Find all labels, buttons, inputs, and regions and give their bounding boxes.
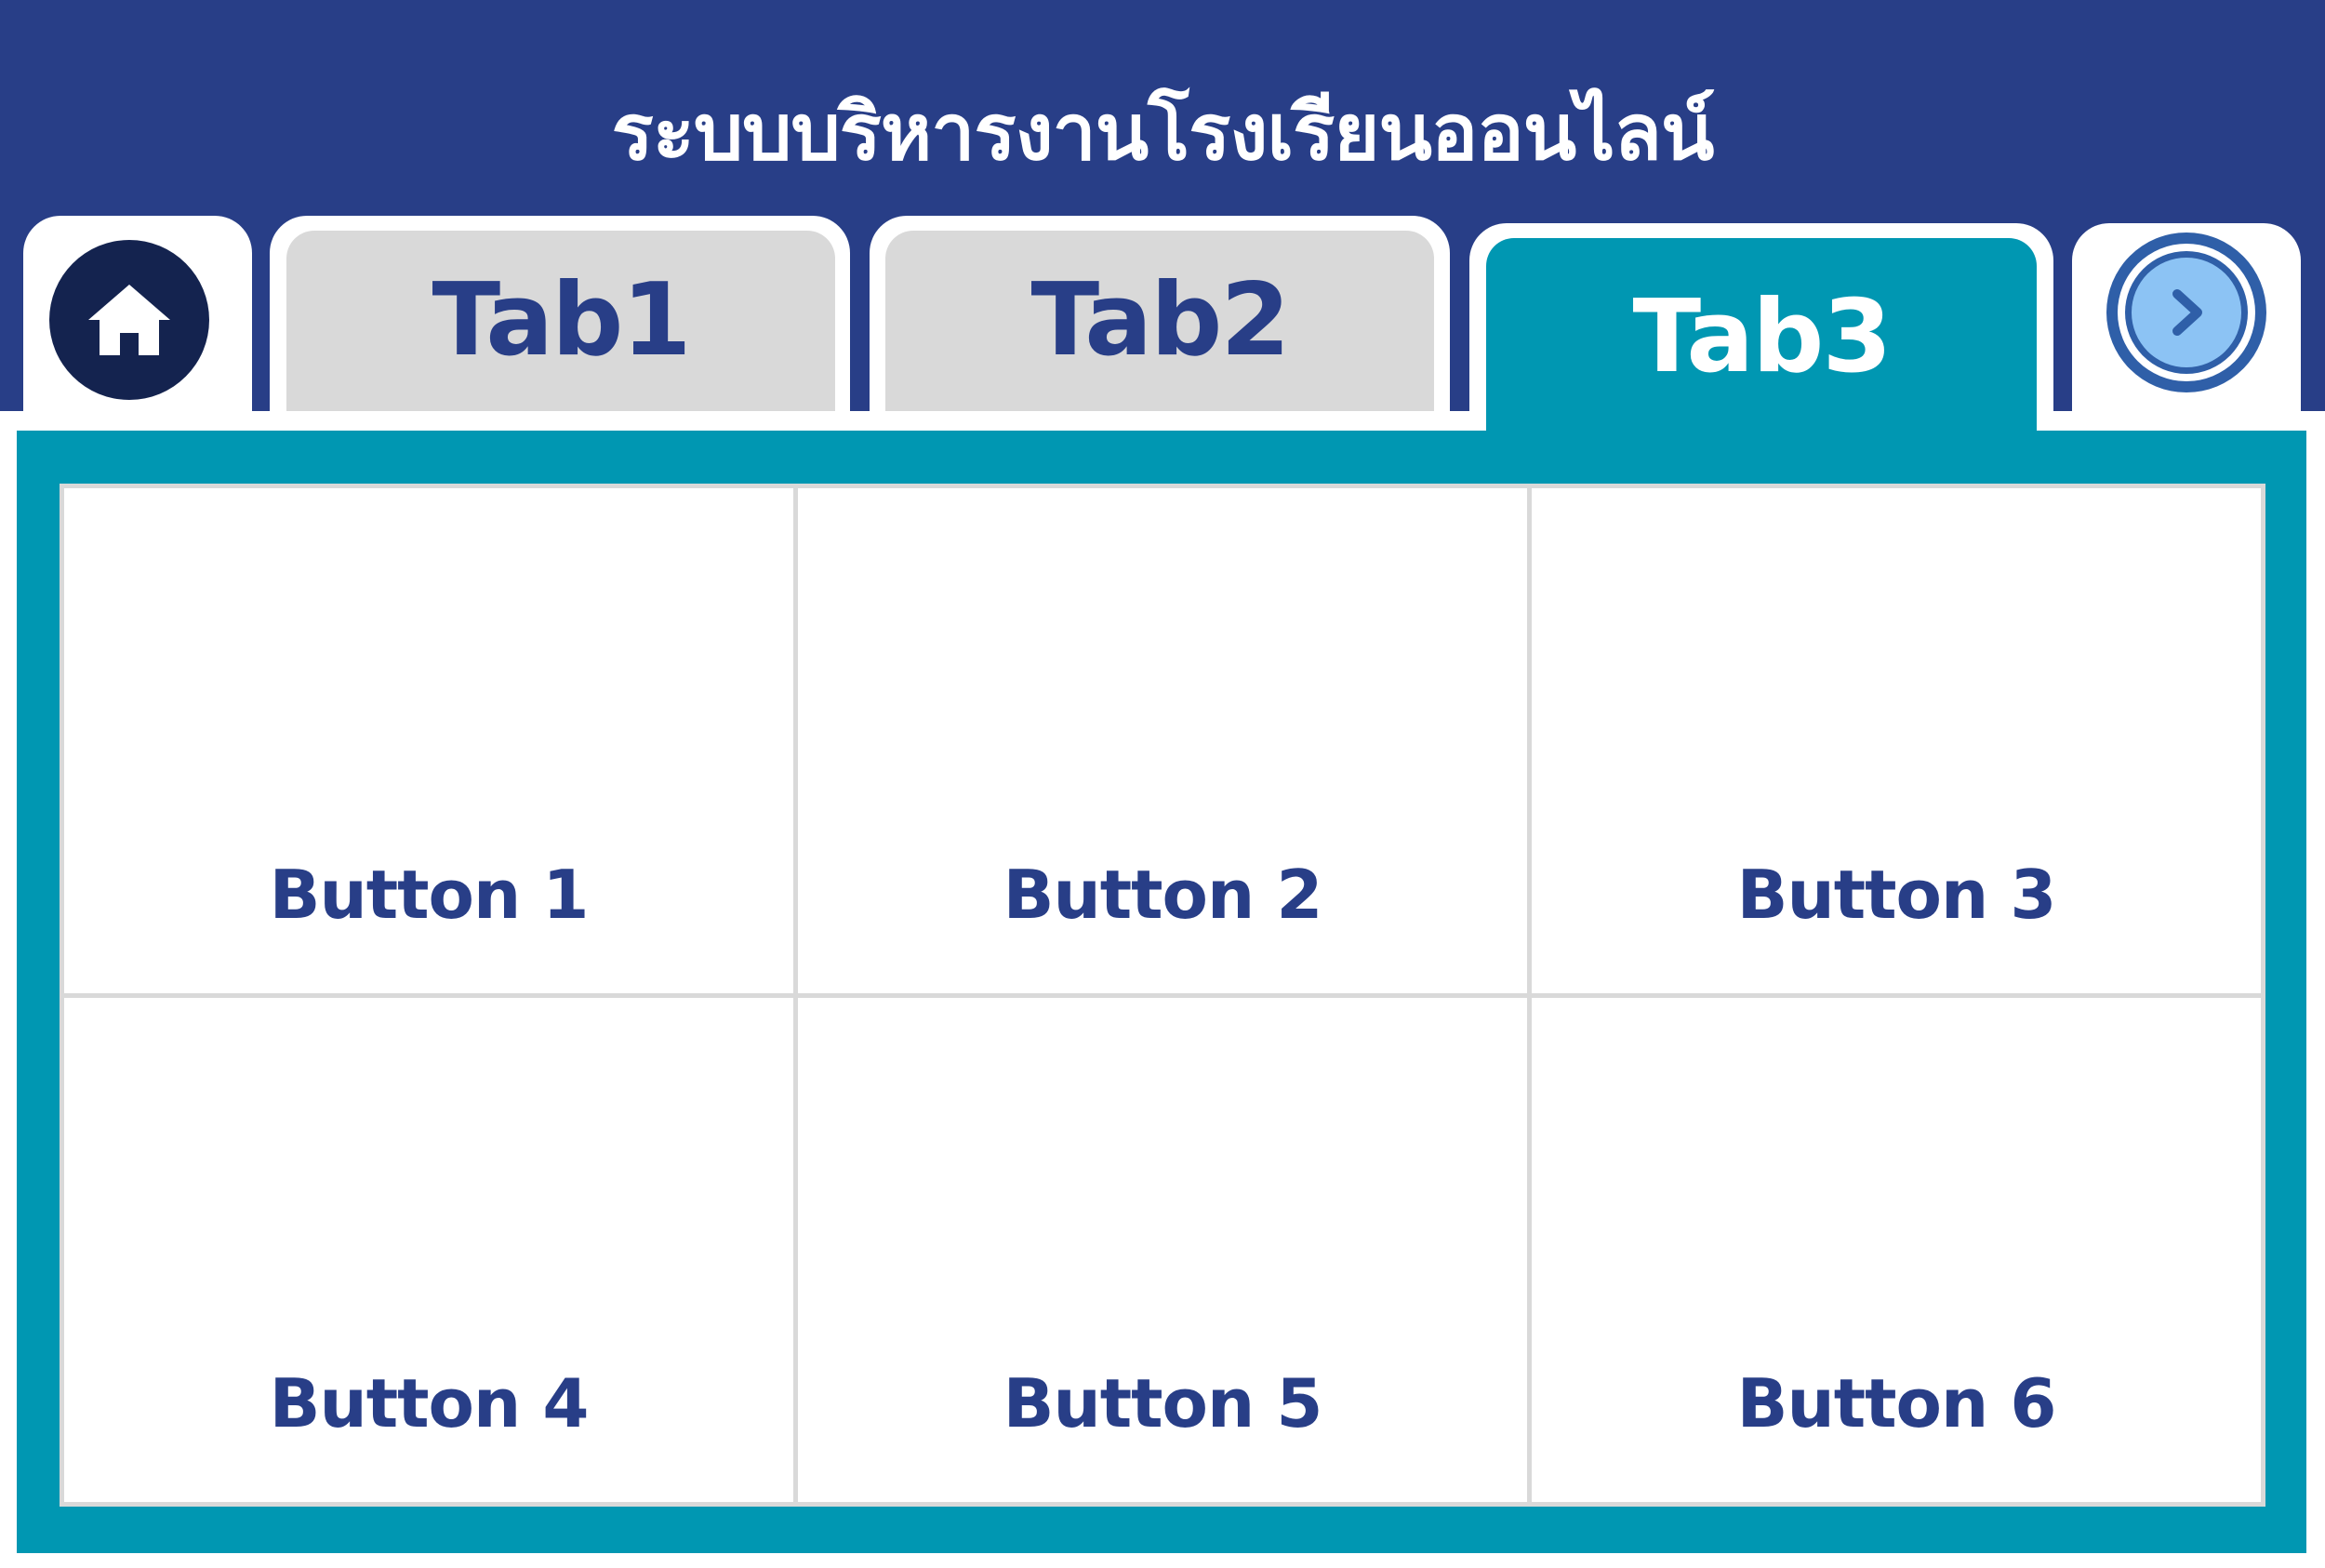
grid-button-5-label: Button 5	[1003, 1364, 1323, 1442]
tab-2-label: Tab2	[1030, 262, 1290, 379]
grid-button-2[interactable]: Button 2	[798, 488, 1527, 993]
grid-button-4[interactable]: Button 4	[64, 997, 793, 1502]
home-icon	[88, 285, 170, 355]
grid-button-1-label: Button 1	[269, 855, 590, 934]
next-button-ring	[2118, 244, 2255, 381]
grid-button-6[interactable]: Button 6	[1532, 997, 2261, 1502]
button-grid: Button 1 Button 2 Button 3 Button 4 Butt…	[60, 484, 2265, 1507]
next-button[interactable]	[2106, 233, 2266, 392]
chevron-right-circle-icon	[2172, 289, 2202, 336]
grid-button-3-label: Button 3	[1736, 855, 2057, 934]
app-title: ระบบบริหารงานโรงเรียนออนไลน์	[611, 86, 1715, 178]
grid-button-6-label: Button 6	[1736, 1364, 2057, 1442]
tab-1-label: Tab1	[432, 262, 691, 379]
grid-button-3[interactable]: Button 3	[1532, 488, 2261, 993]
grid-button-4-label: Button 4	[269, 1364, 590, 1442]
tab-1[interactable]: Tab1	[286, 231, 835, 411]
grid-button-2-label: Button 2	[1003, 855, 1323, 934]
tab-2[interactable]: Tab2	[885, 231, 1434, 411]
grid-button-1[interactable]: Button 1	[64, 488, 793, 993]
home-button[interactable]	[49, 240, 209, 400]
tab-3-label: Tab3	[1632, 279, 1892, 395]
next-button-fill	[2132, 258, 2241, 367]
next-button-core	[2125, 251, 2248, 374]
tab-3[interactable]: Tab3	[1486, 238, 2037, 437]
grid-button-5[interactable]: Button 5	[798, 997, 1527, 1502]
